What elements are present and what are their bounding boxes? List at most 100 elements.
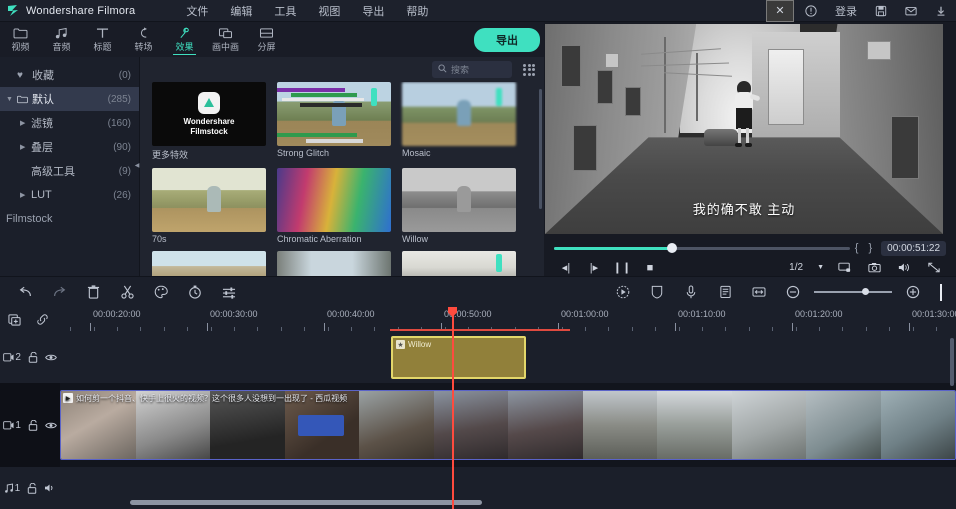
sidebar-item-overlays[interactable]: ▶ 叠层 (90) [0, 135, 139, 159]
zoom-slider-handle[interactable] [862, 288, 869, 295]
mark-in-button[interactable]: { [850, 242, 864, 254]
eye-icon[interactable] [45, 421, 57, 430]
speed-clock-icon[interactable] [178, 277, 212, 308]
sidebar-item-lut[interactable]: ▶ LUT (26) [0, 183, 139, 207]
zoom-in-icon[interactable] [896, 277, 930, 308]
microphone-icon[interactable] [674, 277, 708, 308]
timeline-zoom-slider[interactable] [810, 291, 896, 293]
marker-icon[interactable] [708, 277, 742, 308]
playhead[interactable] [452, 331, 454, 509]
effect-item-label: Strong Glitch [277, 148, 391, 158]
track-lane[interactable]: ▶ 如何剪一个抖音、快手上很火的视频？这个很多人没想到一出现了 - 西瓜视频 [60, 383, 956, 467]
snapshot-camera-icon[interactable] [860, 262, 888, 273]
unlock-icon[interactable] [28, 420, 38, 431]
add-track-icon[interactable] [0, 313, 28, 326]
grid-view-icon[interactable] [522, 63, 536, 77]
menu-export[interactable]: 导出 [351, 1, 395, 21]
fullscreen-icon[interactable] [920, 262, 948, 273]
chevron-down-icon[interactable]: ▼ [817, 264, 824, 271]
effect-item-70s[interactable]: 70s [152, 168, 266, 244]
adjust-sliders-icon[interactable] [212, 277, 246, 308]
glitch-bar [306, 139, 363, 143]
sidebar-item-filters[interactable]: ▶ 滤镜 (160) [0, 111, 139, 135]
timeline-clip-video[interactable]: ▶ 如何剪一个抖音、快手上很火的视频？这个很多人没想到一出现了 - 西瓜视频 [60, 390, 956, 460]
effect-item-filmstock[interactable]: Wondershare Filmstock 更多特效 [152, 82, 266, 161]
effect-item-willow[interactable]: Willow [402, 168, 516, 244]
mask-shield-icon[interactable] [640, 277, 674, 308]
color-palette-icon[interactable] [144, 277, 178, 308]
menu-edit[interactable]: 编辑 [219, 1, 263, 21]
fit-timeline-icon[interactable] [742, 277, 776, 308]
thumb-subject [207, 186, 221, 212]
display-icon[interactable] [830, 262, 858, 273]
effect-item-chromatic-aberration[interactable]: Chromatic Aberration [277, 168, 391, 244]
link-icon[interactable] [28, 313, 56, 326]
tab-split-screen[interactable]: 分屏 [246, 22, 287, 57]
close-button[interactable]: ✕ [766, 0, 794, 22]
redo-icon[interactable] [42, 277, 76, 308]
sidebar-item-favorites[interactable]: ♥ 收藏 (0) [0, 63, 139, 87]
mail-icon[interactable] [896, 0, 926, 22]
sidebar-item-filmstock[interactable]: Filmstock [0, 207, 139, 231]
menu-help[interactable]: 帮助 [395, 1, 439, 21]
chevron-right-icon[interactable]: ▶ [20, 119, 31, 127]
effects-scrollbar[interactable] [539, 89, 542, 209]
effect-item-strong-glitch[interactable]: Strong Glitch [277, 82, 391, 161]
effect-item-mosaic[interactable]: Mosaic [402, 82, 516, 161]
chevron-down-icon[interactable]: ▼ [6, 96, 17, 103]
effect-item-row3-a[interactable] [152, 251, 266, 276]
tab-video[interactable]: 视频 [0, 22, 41, 57]
stop-icon[interactable]: ■ [636, 262, 664, 274]
menu-tools[interactable]: 工具 [263, 1, 307, 21]
preview-ratio-select[interactable]: 1/2 ▼ [785, 262, 828, 273]
tab-audio[interactable]: 音频 [41, 22, 82, 57]
timeline-ruler[interactable]: 00:00:20:0000:00:30:0000:00:40:0000:00:5… [60, 307, 956, 331]
delete-trash-icon[interactable] [76, 277, 110, 308]
seek-slider[interactable] [554, 247, 850, 250]
media-tabs: 视频 音频 标题 转场 [0, 22, 287, 57]
pause-icon[interactable]: ❙❙ [608, 261, 636, 274]
volume-icon[interactable] [890, 262, 918, 273]
tab-title[interactable]: 标题 [82, 22, 123, 57]
timeline-clip-willow[interactable]: ★ Willow [391, 336, 526, 379]
render-preview-button[interactable] [938, 284, 944, 301]
split-scissors-icon[interactable] [110, 277, 144, 308]
timeline-horizontal-scrollbar[interactable] [130, 500, 482, 505]
undo-icon[interactable] [8, 277, 42, 308]
sidebar-item-advanced-tools[interactable]: 高级工具 (9) [0, 159, 139, 183]
speaker-icon[interactable] [44, 483, 56, 493]
playhead-ruler[interactable] [452, 307, 454, 331]
tab-transition[interactable]: 转场 [123, 22, 164, 57]
preview-timecode[interactable]: 00:00:51:22 [881, 241, 946, 256]
timeline-vertical-scrollbar[interactable] [950, 338, 954, 386]
effect-item-row3-b[interactable] [277, 251, 391, 276]
export-button[interactable]: 导出 [474, 28, 540, 52]
filmstock-line2: Filmstock [184, 127, 235, 137]
prev-frame-icon[interactable]: ◂| [552, 261, 580, 274]
video-preview[interactable]: 我的确不敢 主动 [545, 24, 943, 234]
sidebar-item-default[interactable]: ▼ 默认 (285) [0, 87, 139, 111]
download-icon[interactable] [926, 0, 956, 22]
chevron-right-icon[interactable]: ▶ [20, 143, 31, 151]
record-voiceover-icon[interactable] [606, 277, 640, 308]
login-button[interactable]: 登录 [826, 0, 866, 22]
next-frame-icon[interactable]: |▸ [580, 261, 608, 274]
search-box[interactable] [432, 61, 512, 78]
mark-out-button[interactable]: } [863, 242, 877, 254]
info-icon[interactable] [796, 0, 826, 22]
menu-file[interactable]: 文件 [175, 1, 219, 21]
search-input[interactable] [451, 65, 506, 75]
zoom-out-icon[interactable] [776, 277, 810, 308]
chevron-right-icon[interactable]: ▶ [20, 191, 31, 199]
effect-item-row3-c[interactable] [402, 251, 516, 276]
tab-effects[interactable]: 效果 [164, 22, 205, 57]
seek-handle[interactable] [667, 243, 677, 253]
unlock-icon[interactable] [27, 483, 37, 494]
tab-pip[interactable]: 画中画 [205, 22, 246, 57]
unlock-icon[interactable] [28, 352, 38, 363]
menu-view[interactable]: 视图 [307, 1, 351, 21]
save-icon[interactable] [866, 0, 896, 22]
zoom-slider-track[interactable] [814, 291, 892, 293]
eye-icon[interactable] [45, 353, 57, 362]
track-lane[interactable]: ★ Willow [60, 331, 956, 383]
